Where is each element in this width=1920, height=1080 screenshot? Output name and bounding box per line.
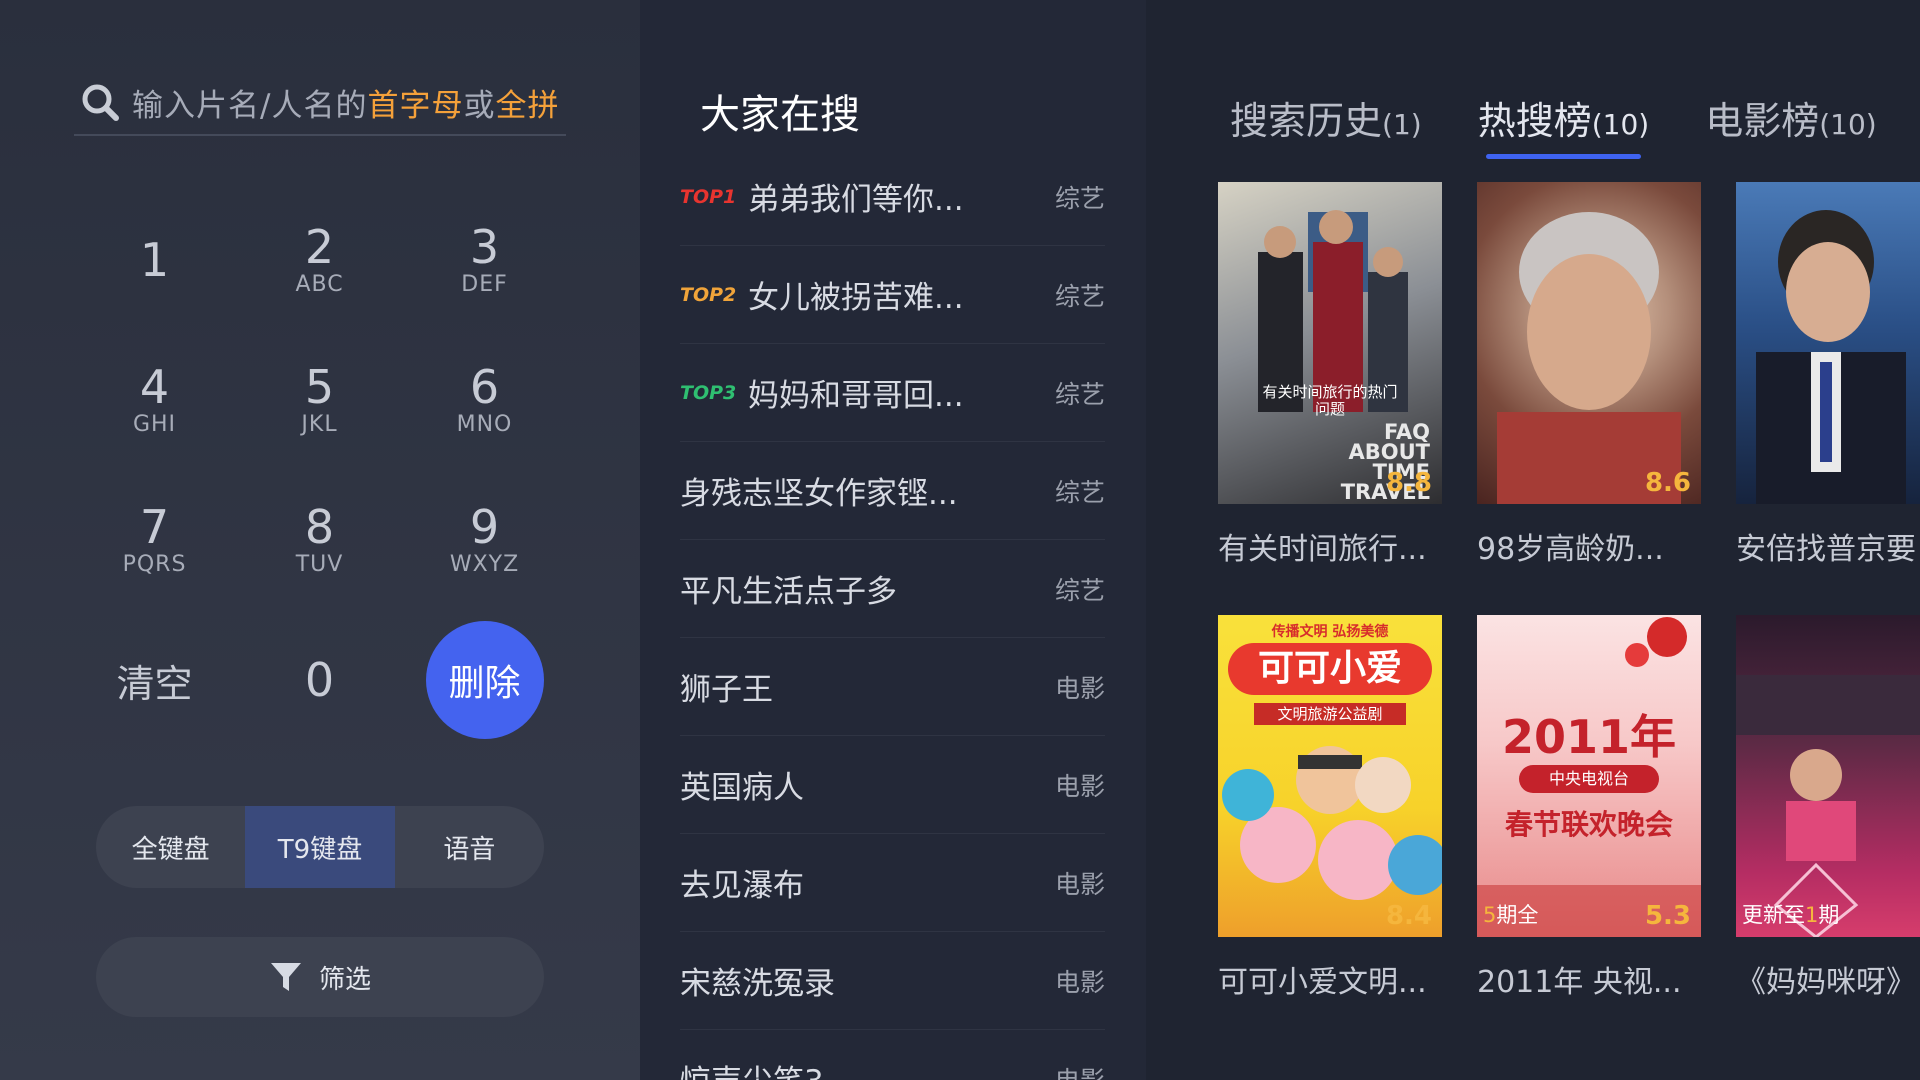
result-card[interactable]: 8 安倍找普京要: [1736, 182, 1920, 568]
trending-item-title: 妈妈和哥哥回...: [748, 378, 964, 414]
trending-item-category: 电影: [1054, 673, 1105, 703]
result-card[interactable]: 2011年 中央电视台 春节联欢晚会 5期全 5.3 2011年 央视...: [1477, 615, 1701, 1001]
full-keyboard-tab[interactable]: 全键盘: [96, 806, 245, 888]
active-tab-indicator: [1485, 154, 1642, 159]
key-2[interactable]: 2 ABC: [237, 190, 402, 330]
card-title: 有关时间旅行...: [1218, 532, 1427, 567]
poster-art: [1497, 212, 1681, 504]
filter-button[interactable]: 筛选: [96, 937, 544, 1017]
trending-item-category: 电影: [1054, 869, 1105, 899]
trending-item-title: 狮子王: [680, 672, 773, 708]
clear-button[interactable]: 清空: [72, 610, 237, 750]
rating-score: 8.8: [1385, 468, 1432, 498]
poster-image: 有关时间旅行的热门问题 FAQ ABOUT TIME TRAVEL 8.8: [1218, 182, 1442, 504]
trending-item[interactable]: 去见瀑布 电影: [680, 834, 1105, 932]
t9-keyboard-tab[interactable]: T9键盘: [245, 806, 395, 888]
trending-item[interactable]: 狮子王 电影: [680, 638, 1105, 736]
card-title: 《妈妈咪呀》: [1736, 965, 1916, 1000]
trending-item-title: 宋慈洗冤录: [680, 966, 835, 1002]
tab-search-history[interactable]: 搜索历史(1): [1230, 90, 1422, 145]
trending-item-title: 平凡生活点子多: [680, 574, 897, 610]
result-card[interactable]: 更新至1期 《妈妈咪呀》: [1736, 615, 1920, 1001]
poster-image: 更新至1期: [1736, 615, 1920, 937]
trending-panel: 大家在搜 TOP1 弟弟我们等你... 综艺 TOP2 女儿被拐苦难... 综艺 TOP3 妈…: [640, 0, 1146, 1080]
category-tabs: 搜索历史(1) 热搜榜(10) 电影榜(10) 电: [1230, 90, 1920, 159]
trending-item[interactable]: 宋慈洗冤录 电影: [680, 932, 1105, 1030]
key-0[interactable]: 0: [237, 610, 402, 750]
card-title: 安倍找普京要: [1736, 532, 1916, 567]
trending-item[interactable]: TOP3 妈妈和哥哥回... 综艺: [680, 344, 1105, 442]
search-bar[interactable]: 输入片名/人名的首字母或全拼: [74, 70, 566, 136]
poster-image: 传播文明 弘扬美德 可可小爱 文明旅游公益剧 8.4: [1218, 615, 1442, 937]
trending-item[interactable]: 平凡生活点子多 综艺: [680, 540, 1105, 638]
poster-art: [1756, 210, 1906, 504]
trending-item-category: 综艺: [1054, 281, 1105, 311]
trending-item-title: 惊声尖笑3: [680, 1056, 1045, 1080]
rating-score: 8.6: [1644, 468, 1691, 498]
result-card[interactable]: 8.6 98岁高龄奶...: [1477, 182, 1701, 568]
poster-image: 2011年 中央电视台 春节联欢晚会 5期全 5.3: [1477, 615, 1701, 937]
key-3[interactable]: 3 DEF: [402, 190, 567, 330]
tab-movie-rank[interactable]: 电影榜(10): [1705, 90, 1877, 145]
t9-keypad: 1 2 ABC 3 DEF 4 GHI 5 JKL 6 MNO 7 PQRS 8 TUV 9W…: [72, 190, 567, 750]
trending-item-title: 弟弟我们等你...: [748, 182, 964, 218]
search-icon: [78, 80, 122, 124]
trending-item-title: 身残志坚女作家铿...: [680, 476, 958, 512]
key-1[interactable]: 1: [72, 190, 237, 330]
card-title: 可可小爱文明...: [1218, 965, 1427, 1000]
delete-button[interactable]: 删除: [402, 610, 567, 750]
key-4[interactable]: 4 GHI: [72, 330, 237, 470]
trending-title: 大家在搜: [700, 92, 860, 138]
poster-subtitle: 春节联欢晚会: [1504, 808, 1673, 841]
results-panel: 搜索历史(1) 热搜榜(10) 电影榜(10) 电 有关时间旅行的热门问题 FA…: [1146, 0, 1920, 1080]
trending-item[interactable]: TOP1 弟弟我们等你... 综艺: [680, 148, 1105, 246]
keyboard-mode-switch: 全键盘 T9键盘 语音: [96, 806, 544, 888]
card-title: 98岁高龄奶...: [1477, 532, 1664, 567]
trending-item-title: 女儿被拐苦难...: [748, 280, 964, 316]
episode-status: 更新至1期: [1742, 903, 1840, 927]
trending-item-category: 电影: [1054, 967, 1105, 997]
rating-score: 5.3: [1644, 901, 1691, 931]
rank-badge: TOP3: [680, 381, 737, 404]
key-9[interactable]: 9 WXYZ: [402, 470, 567, 610]
trending-item-category: 综艺: [1054, 575, 1105, 605]
trending-item[interactable]: 英国病人 电影: [680, 736, 1105, 834]
card-title: 2011年 央视...: [1477, 965, 1682, 1000]
poster-art: [1222, 746, 1442, 900]
result-card[interactable]: 有关时间旅行的热门问题 FAQ ABOUT TIME TRAVEL 8.8 有关…: [1218, 182, 1442, 568]
trending-item[interactable]: TOP2 女儿被拐苦难... 综艺: [680, 246, 1105, 344]
filter-label: 筛选: [318, 964, 371, 995]
result-card[interactable]: 传播文明 弘扬美德 可可小爱 文明旅游公益剧 8.4 可可小爱文明...: [1218, 615, 1442, 1001]
key-8[interactable]: 8 TUV: [237, 470, 402, 610]
key-6[interactable]: 6 MNO: [402, 330, 567, 470]
key-5[interactable]: 5 JKL: [237, 330, 402, 470]
trending-item-category: 电影: [1054, 771, 1105, 801]
poster-art: [1736, 675, 1920, 937]
poster-network: 中央电视台: [1519, 765, 1659, 793]
trending-list: TOP1 弟弟我们等你... 综艺 TOP2 女儿被拐苦难... 综艺 TOP3 妈妈和哥哥回…: [680, 148, 1105, 1080]
poster-image: 8: [1736, 182, 1920, 504]
episode-status: 5期全: [1483, 903, 1539, 927]
trending-item-category: 综艺: [1054, 183, 1105, 213]
trending-item-title: 去见瀑布: [680, 868, 804, 904]
poster-year: 2011年: [1501, 710, 1677, 764]
rating-score: 8.4: [1385, 901, 1432, 931]
key-7[interactable]: 7 PQRS: [72, 470, 237, 610]
poster-image: 8.6: [1477, 182, 1701, 504]
keyboard-panel: 输入片名/人名的首字母或全拼 1 2 ABC 3 DEF 4 GHI 5 JKL 6 MN…: [0, 0, 640, 1080]
rank-badge: TOP2: [680, 283, 737, 306]
trending-item-category: 综艺: [1054, 477, 1105, 507]
trending-item-category: 电影: [1054, 1065, 1105, 1080]
trending-item-category: 综艺: [1054, 379, 1105, 409]
funnel-icon: [270, 963, 301, 991]
voice-tab[interactable]: 语音: [395, 806, 544, 888]
rank-badge: TOP1: [680, 185, 737, 208]
tab-hot-search[interactable]: 热搜榜(10): [1478, 90, 1649, 159]
trending-item-title: 英国病人: [680, 770, 804, 806]
trending-item[interactable]: 惊声尖笑3 电影: [680, 1030, 1105, 1080]
search-hint: 输入片名/人名的首字母或全拼: [132, 87, 560, 124]
trending-item[interactable]: 身残志坚女作家铿... 综艺: [680, 442, 1105, 540]
poster-caption: 有关时间旅行的热门问题: [1262, 383, 1398, 418]
